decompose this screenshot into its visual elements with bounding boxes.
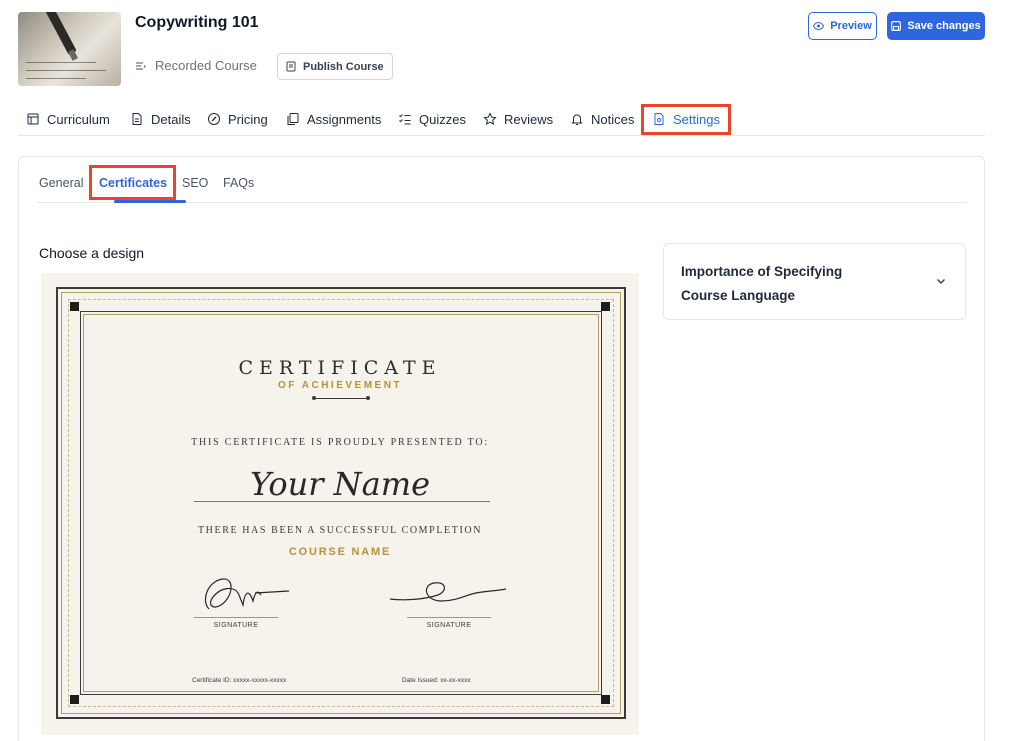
signature-right-scribble [389, 582, 507, 602]
corner-ornament [601, 695, 610, 704]
certificate-divider [316, 398, 366, 399]
tab-pricing-label: Pricing [228, 111, 268, 127]
publish-course-label: Publish Course [303, 60, 384, 73]
active-subtab-indicator [114, 200, 186, 203]
divider-dot [366, 396, 370, 400]
signature-label-right: SIGNATURE [426, 622, 472, 629]
choose-design-heading: Choose a design [39, 245, 145, 261]
faq-accordion-item[interactable]: Importance of Specifying Course Language [663, 243, 966, 320]
preview-button[interactable]: Preview [808, 12, 877, 40]
tab-notices-label: Notices [591, 111, 635, 127]
recorded-course-icon [136, 61, 146, 70]
course-type-label: Recorded Course [155, 58, 257, 73]
signature-label-left: SIGNATURE [213, 622, 259, 629]
save-changes-label: Save changes [907, 20, 981, 32]
copy-icon [287, 113, 299, 125]
tab-assignments[interactable]: Assignments [286, 104, 381, 134]
settings-subtabs: General Certificates SEO FAQs [37, 167, 967, 203]
course-thumbnail [18, 12, 121, 86]
corner-ornament [70, 302, 79, 311]
tab-assignments-label: Assignments [307, 111, 382, 127]
course-type: Recorded Course [135, 58, 257, 73]
save-changes-button[interactable]: Save changes [887, 12, 985, 40]
tab-quizzes-label: Quizzes [419, 111, 466, 127]
settings-panel: General Certificates SEO FAQs Choose a d… [18, 156, 985, 741]
pricing-icon [208, 113, 220, 125]
tab-pricing[interactable]: Pricing [207, 104, 268, 134]
tab-settings[interactable]: Settings [652, 104, 720, 134]
corner-ornament [601, 302, 610, 311]
signature-line-right [407, 617, 491, 618]
certificate-course-name: COURSE NAME [288, 546, 392, 558]
certificate-completion-text: THERE HAS BEEN A SUCCESSFUL COMPLETION [197, 525, 483, 536]
bell-icon [571, 114, 583, 125]
subtab-certificates[interactable]: Certificates [99, 176, 167, 190]
preview-label: Preview [830, 20, 872, 32]
tab-reviews[interactable]: Reviews [483, 104, 553, 134]
accordion-title: Importance of Specifying Course Language [681, 264, 843, 303]
tab-quizzes[interactable]: Quizzes [398, 104, 466, 134]
subtab-general[interactable]: General [39, 176, 83, 190]
certificate-recipient-name: Your Name [249, 465, 431, 503]
name-underline [194, 501, 490, 502]
eye-icon [813, 22, 825, 30]
star-icon [483, 112, 497, 125]
certificate-subtitle: OF ACHIEVEMENT [277, 380, 403, 391]
chevron-down-icon[interactable] [934, 274, 948, 288]
corner-ornament [70, 695, 79, 704]
tab-settings-label: Settings [673, 111, 720, 127]
certificate-title: CERTIFICATE [238, 357, 442, 379]
tab-curriculum[interactable]: Curriculum [26, 104, 110, 134]
tab-reviews-label: Reviews [504, 111, 554, 127]
course-main-tabs: Curriculum Details Pricing Assignments Q… [18, 104, 985, 136]
tab-details-label: Details [151, 111, 191, 127]
list-check-icon [399, 114, 411, 125]
certificate-presented-to: THIS CERTIFICATE IS PROUDLY PRESENTED TO… [191, 437, 489, 448]
tab-curriculum-label: Curriculum [47, 111, 110, 127]
signature-line-left [194, 617, 278, 618]
certificate-date-issued: Date Issued: xx-xx-xxxx [402, 677, 471, 684]
tab-notices[interactable]: Notices [570, 104, 634, 134]
subtab-seo[interactable]: SEO [182, 176, 208, 190]
document-icon [132, 113, 142, 125]
publish-icon [286, 61, 296, 72]
settings-file-icon [654, 113, 664, 125]
subtab-faqs[interactable]: FAQs [223, 176, 254, 190]
curriculum-icon [27, 113, 39, 125]
save-icon [891, 21, 902, 31]
certificate-template[interactable]: CERTIFICATE OF ACHIEVEMENT THIS CERTIFIC… [41, 273, 639, 735]
certificate-id: Certificate ID: xxxxx-xxxxx-xxxxx [192, 677, 287, 684]
course-title: Copywriting 101 [135, 14, 259, 31]
signature-left-scribble [204, 578, 290, 610]
tab-details[interactable]: Details [130, 104, 191, 134]
publish-course-button[interactable]: Publish Course [277, 53, 393, 80]
